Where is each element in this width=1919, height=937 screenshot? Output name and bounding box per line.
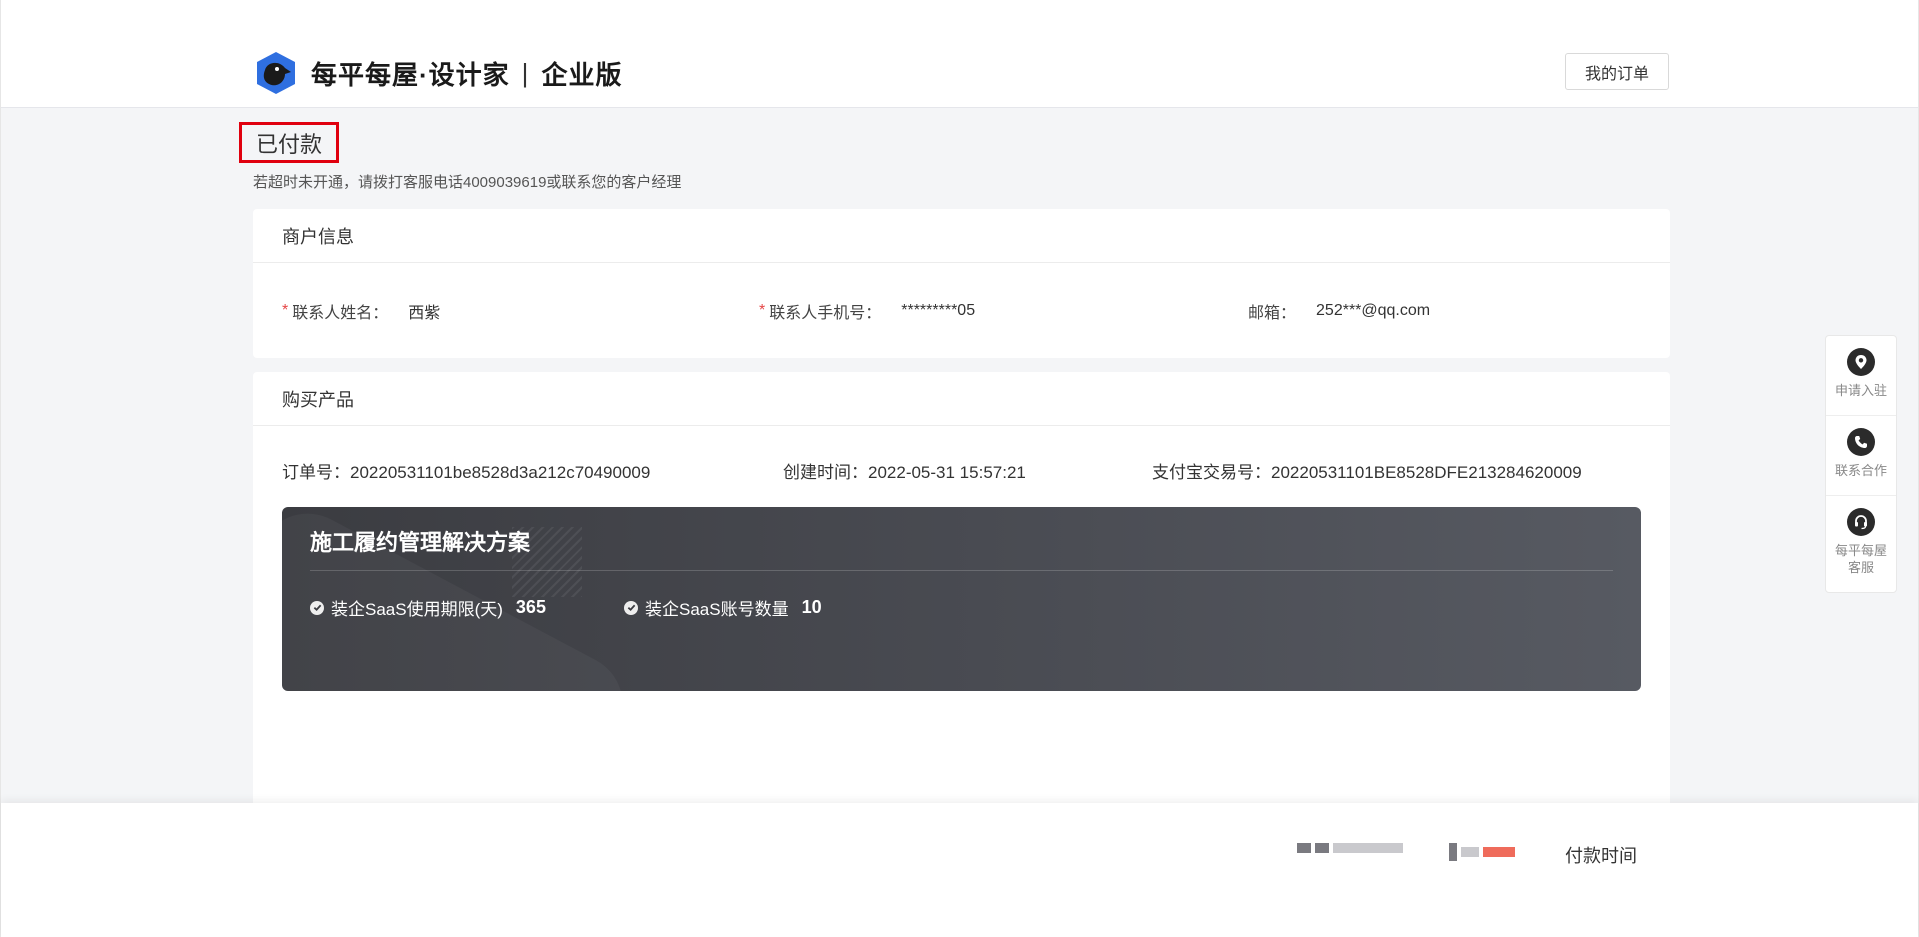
location-pin-icon — [1847, 348, 1875, 376]
alipay-transaction-value: 20220531101BE8528DFE213284620009 — [1271, 463, 1582, 482]
payment-time-label: 付款时间 — [1565, 846, 1637, 866]
plan-feature-value: 365 — [515, 597, 546, 617]
created-time-value: 2022-05-31 15:57:21 — [868, 463, 1026, 482]
contact-phone-field: * 联系人手机号： *********05 — [759, 299, 975, 323]
status-note: 若超时未开通，请拨打客服电话4009039619或联系您的客户经理 — [253, 174, 682, 191]
sidebar-item-contact[interactable]: 联系合作 — [1826, 416, 1896, 496]
top-header: 每平每屋·设计家 | 企业版 我的订单 — [1, 0, 1918, 108]
contact-name-label: 联系人姓名： — [292, 305, 389, 322]
brand-separator: | — [521, 57, 530, 88]
plan-feature: 装企SaaS使用期限(天) 365 — [310, 595, 546, 620]
order-number-value: 20220531101be8528d3a212c70490009 — [350, 463, 651, 482]
plan-feature-value: 10 — [801, 597, 822, 617]
brand-edition: 企业版 — [541, 59, 623, 90]
brand-logo[interactable]: 每平每屋·设计家 | 企业版 — [253, 50, 622, 96]
required-mark: * — [282, 302, 289, 319]
my-orders-button[interactable]: 我的订单 — [1565, 53, 1669, 90]
redacted-content — [1297, 843, 1403, 853]
plan-feature-label: 装企SaaS账号数量 — [645, 600, 789, 619]
payment-status-title: 已付款 — [239, 122, 340, 163]
email-value: 252***@qq.com — [1316, 302, 1431, 319]
plan-divider — [310, 570, 1613, 571]
email-field: 邮箱： 252***@qq.com — [1248, 299, 1430, 323]
created-time-label: 创建时间： — [783, 463, 868, 482]
floating-sidebar: 申请入驻 联系合作 每平每屋客服 — [1825, 335, 1897, 593]
payment-status-text: 已付款 — [256, 131, 323, 157]
alipay-transaction: 支付宝交易号：20220531101BE8528DFE213284620009 — [1152, 458, 1582, 483]
headset-icon — [1847, 508, 1875, 536]
purchased-product-card: 购买产品 订单号：20220531101be8528d3a212c7049000… — [253, 372, 1670, 872]
order-number-label: 订单号： — [282, 463, 350, 482]
purchased-product-title: 购买产品 — [253, 372, 1670, 426]
sidebar-item-support[interactable]: 每平每屋客服 — [1826, 496, 1896, 592]
merchant-info-title: 商户信息 — [253, 209, 1670, 263]
plan-feature-label: 装企SaaS使用期限(天) — [331, 600, 503, 619]
sidebar-item-label: 联系合作 — [1834, 463, 1887, 478]
plan-title: 施工履约管理解决方案 — [310, 530, 531, 555]
contact-name-value: 西紫 — [408, 305, 441, 322]
merchant-info-card: 商户信息 * 联系人姓名： 西紫 * 联系人手机号： *********05 邮… — [253, 209, 1670, 358]
required-mark: * — [759, 302, 766, 319]
brand-logo-icon — [257, 52, 295, 94]
brand-name: 每平每屋·设计家 — [311, 59, 510, 90]
page: 每平每屋·设计家 | 企业版 我的订单 已付款 若超时未开通，请拨打客服电话40… — [0, 0, 1919, 937]
created-time: 创建时间：2022-05-31 15:57:21 — [783, 458, 1026, 483]
sidebar-item-label: 申请入驻 — [1834, 383, 1887, 398]
order-number: 订单号：20220531101be8528d3a212c70490009 — [282, 458, 650, 483]
bottom-bar: 付款时间 — [1, 803, 1918, 937]
alipay-transaction-label: 支付宝交易号： — [1152, 463, 1271, 482]
phone-icon — [1847, 428, 1875, 456]
contact-name-field: * 联系人姓名： 西紫 — [282, 299, 440, 323]
check-circle-icon — [310, 600, 324, 615]
check-circle-icon — [624, 600, 638, 615]
contact-phone-value: *********05 — [901, 302, 976, 319]
plan-banner: 施工履约管理解决方案 装企SaaS使用期限(天) 365 装企SaaS账号数量 … — [282, 507, 1641, 691]
redacted-content — [1449, 843, 1515, 861]
sidebar-item-label: 每平每屋客服 — [1834, 543, 1887, 575]
plan-feature: 装企SaaS账号数量 10 — [624, 595, 822, 620]
contact-phone-label: 联系人手机号： — [769, 305, 882, 322]
email-label: 邮箱： — [1248, 305, 1297, 322]
sidebar-item-apply[interactable]: 申请入驻 — [1826, 336, 1896, 416]
